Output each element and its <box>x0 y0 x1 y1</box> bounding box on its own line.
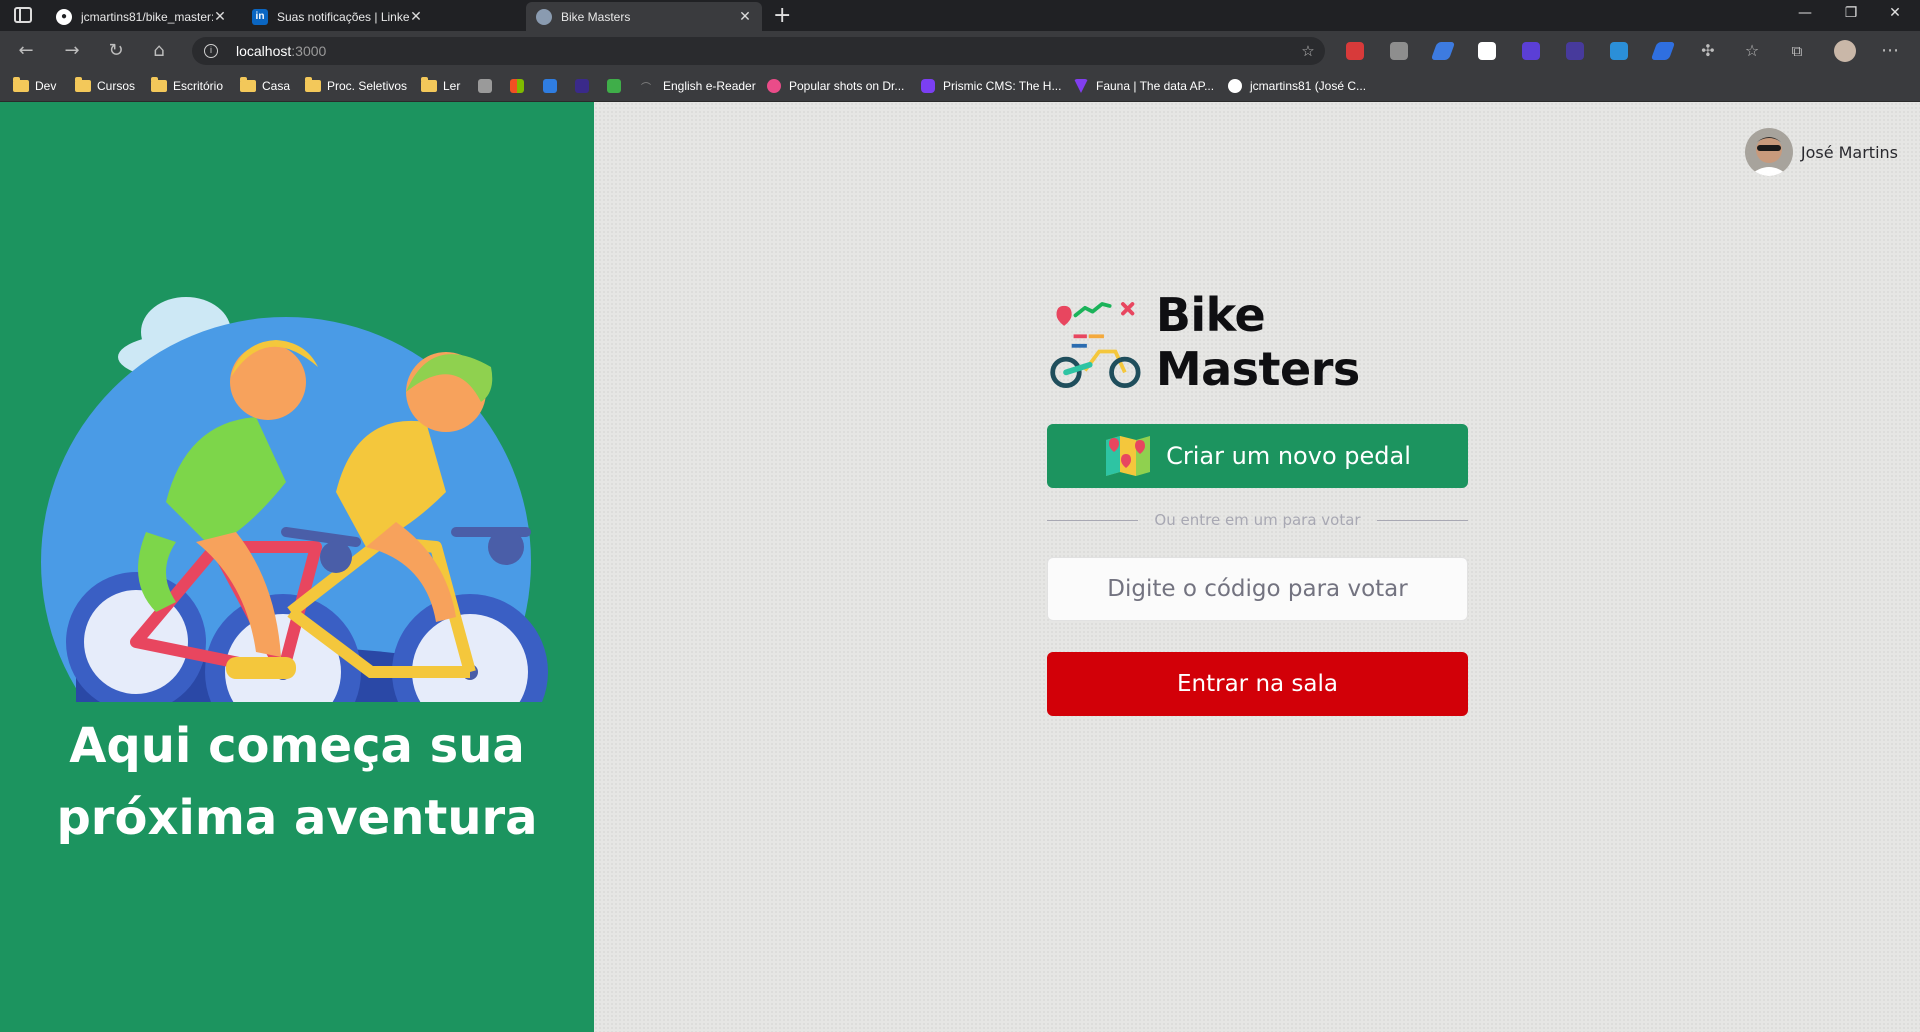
folder-icon <box>13 77 29 92</box>
extensions-puzzle-icon[interactable]: ✣ <box>1696 40 1720 64</box>
user-avatar <box>1744 128 1793 176</box>
bookmark-prismic[interactable]: Prismic CMS: The H... <box>921 79 1061 93</box>
collections-icon[interactable]: ⧉ <box>1785 40 1809 64</box>
map-icon <box>1106 436 1151 476</box>
cyclists-illustration <box>41 297 548 702</box>
bookmark-folder-escritorio[interactable]: Escritório <box>151 77 223 93</box>
bookmark-folder-dev[interactable]: Dev <box>13 77 56 93</box>
home-icon[interactable]: ⌂ <box>147 40 171 64</box>
bookmark-icon-5[interactable] <box>607 79 629 93</box>
extension-bracket-icon[interactable] <box>1566 42 1584 60</box>
prismic-icon <box>921 79 935 93</box>
fauna-icon <box>1074 79 1088 93</box>
bookmark-dribbble[interactable]: Popular shots on Dr... <box>767 79 904 93</box>
forward-icon[interactable]: → <box>60 40 84 64</box>
profile-avatar-icon[interactable] <box>1834 40 1856 62</box>
create-ride-button[interactable]: Criar um novo pedal <box>1047 424 1468 488</box>
dribbble-icon <box>767 79 781 93</box>
folder-icon <box>151 77 167 92</box>
tab-bike-masters[interactable]: Bike Masters ✕ <box>526 2 762 31</box>
separator-text: Ou entre em um para votar <box>1154 511 1361 529</box>
close-icon[interactable]: ✕ <box>213 8 227 25</box>
globe-icon <box>536 8 552 25</box>
github-icon: ● <box>56 8 72 25</box>
user-name: José Martins <box>1800 142 1898 162</box>
reload-icon[interactable]: ↻ <box>104 40 128 64</box>
bookmark-favicon <box>543 79 557 93</box>
aside-title-line2: próxima aventura <box>56 790 538 846</box>
bookmark-favicon <box>607 79 621 93</box>
notion-icon[interactable] <box>1478 42 1496 60</box>
folder-icon <box>421 77 437 92</box>
bookmark-folder-casa[interactable]: Casa <box>240 77 290 93</box>
favorite-star-icon[interactable]: ☆ <box>1296 40 1320 64</box>
close-icon[interactable]: ✕ <box>409 8 423 25</box>
browser-tab-bar: ● jcmartins81/bike_master: Projeto ✕ in … <box>0 0 1920 31</box>
tab-actions-icon[interactable] <box>14 7 32 23</box>
microsoft-icon <box>510 79 524 93</box>
tab-title: Bike Masters <box>561 9 631 24</box>
address-bar: ← → ↻ ⌂ i localhost:3000 ☆ ✣ ☆ ⧉ ⋯ <box>0 31 1920 71</box>
bookmark-icon-4[interactable] <box>575 79 597 93</box>
folder-icon <box>305 77 321 92</box>
bookmark-favicon <box>478 79 492 93</box>
join-panel: Bike Masters Criar um novo pedal Ou entr… <box>1047 288 1469 716</box>
avatar-image <box>1744 128 1793 176</box>
tab-linkedin[interactable]: in Suas notificações | LinkedIn ✕ <box>242 2 433 31</box>
page: Aqui começa sua próxima aventura José Ma… <box>0 102 1920 1032</box>
bookmark-favicon: ⌒ <box>641 79 655 94</box>
aside-title-line1: Aqui começa sua <box>69 718 525 774</box>
tab-title: jcmartins81/bike_master: Projeto <box>81 9 213 24</box>
close-icon[interactable]: ✕ <box>738 8 752 25</box>
main-content: José Martins Bike Masters Criar um novo … <box>594 102 1920 1032</box>
more-menu-icon[interactable]: ⋯ <box>1878 40 1902 64</box>
bookmark-folder-cursos[interactable]: Cursos <box>75 77 135 93</box>
aside-title: Aqui começa sua próxima aventura <box>0 710 594 854</box>
separator-line-right <box>1376 519 1469 521</box>
separator-line-left <box>1047 519 1139 521</box>
extension-blue-icon[interactable] <box>1610 42 1628 60</box>
window-close-icon[interactable]: ✕ <box>1880 5 1910 21</box>
app-name: Bike Masters <box>1155 288 1360 396</box>
new-tab-button[interactable]: + <box>773 3 791 28</box>
extension-arrow-icon[interactable] <box>1650 42 1676 60</box>
bike-logo-icon <box>1050 302 1141 389</box>
aside-panel: Aqui começa sua próxima aventura <box>0 102 594 1032</box>
folder-icon <box>240 77 256 92</box>
app-logo: Bike Masters <box>1047 288 1468 396</box>
url-field[interactable]: i localhost:3000 <box>192 37 1325 65</box>
linkedin-icon: in <box>252 8 268 25</box>
bookmark-fauna[interactable]: Fauna | The data AP... <box>1074 79 1214 93</box>
extension-red-icon[interactable] <box>1346 42 1364 60</box>
restore-icon[interactable]: ❐ <box>1836 5 1866 21</box>
extension-pen-icon[interactable] <box>1430 42 1456 60</box>
create-ride-label: Criar um novo pedal <box>1166 442 1411 470</box>
extension-gray-icon[interactable] <box>1390 42 1408 60</box>
folder-icon <box>75 77 91 92</box>
enter-room-label: Entrar na sala <box>1177 671 1338 697</box>
extension-purple-icon[interactable] <box>1522 42 1540 60</box>
site-info-icon[interactable]: i <box>204 44 218 58</box>
bookmark-microsoft[interactable] <box>510 79 532 93</box>
url-text: localhost:3000 <box>236 43 327 59</box>
favorites-icon[interactable]: ☆ <box>1740 40 1764 64</box>
tab-title: Suas notificações | LinkedIn <box>277 9 409 24</box>
user-profile[interactable]: José Martins <box>1744 128 1898 176</box>
room-code-input[interactable] <box>1047 557 1468 621</box>
separator: Ou entre em um para votar <box>1047 498 1469 542</box>
minimize-icon[interactable]: — <box>1790 5 1820 21</box>
bookmarks-bar: Dev Cursos Escritório Casa Proc. Seletiv… <box>0 71 1920 102</box>
bookmark-english-ereader[interactable]: ⌒ English e-Reader <box>641 79 756 94</box>
bookmark-github-profile[interactable]: jcmartins81 (José C... <box>1228 79 1366 93</box>
tab-github[interactable]: ● jcmartins81/bike_master: Projeto ✕ <box>46 2 237 31</box>
bookmark-folder-ler[interactable]: Ler <box>421 77 460 93</box>
enter-room-button[interactable]: Entrar na sala <box>1047 652 1468 716</box>
bookmark-folder-proc-seletivos[interactable]: Proc. Seletivos <box>305 77 407 93</box>
bookmark-icon-3[interactable] <box>543 79 565 93</box>
bookmark-icon-1[interactable] <box>478 79 500 93</box>
bookmark-favicon <box>575 79 589 93</box>
back-icon[interactable]: ← <box>14 40 38 64</box>
github-icon <box>1228 79 1242 93</box>
